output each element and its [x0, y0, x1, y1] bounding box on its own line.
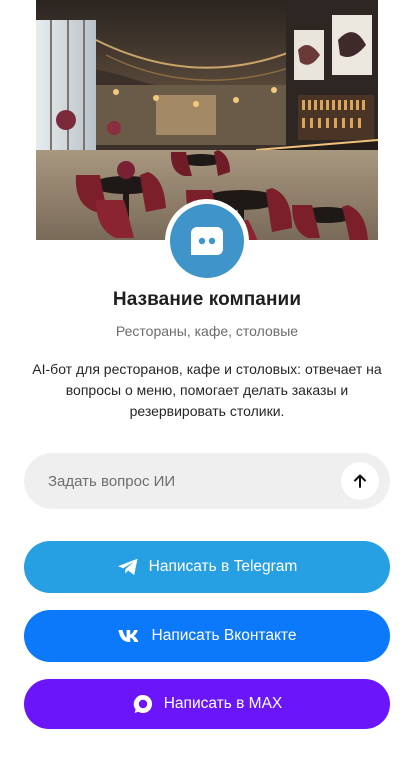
telegram-button-label: Написать в Telegram	[148, 558, 298, 575]
arrow-up-icon	[354, 474, 366, 488]
chat-bot-icon	[170, 204, 244, 278]
telegram-icon	[117, 558, 139, 576]
vk-button[interactable]: Написать Вконтакте	[24, 610, 390, 662]
avatar	[165, 199, 249, 283]
ask-ai-input[interactable]	[48, 453, 328, 509]
vk-icon	[118, 629, 142, 643]
max-button[interactable]: Написать в MAX	[24, 679, 390, 729]
send-button[interactable]	[341, 462, 379, 500]
ask-ai-field	[24, 453, 390, 509]
vk-button-label: Написать Вконтакте	[151, 627, 297, 644]
page: Название компании Рестораны, кафе, столо…	[0, 0, 414, 770]
max-button-label: Написать в MAX	[163, 695, 283, 712]
telegram-button[interactable]: Написать в Telegram	[24, 541, 390, 593]
company-name: Название компании	[112, 289, 302, 310]
max-icon	[132, 693, 154, 715]
company-category: Рестораны, кафе, столовые	[115, 323, 299, 339]
company-description: AI-бот для ресторанов, кафе и столовых: …	[32, 361, 382, 419]
